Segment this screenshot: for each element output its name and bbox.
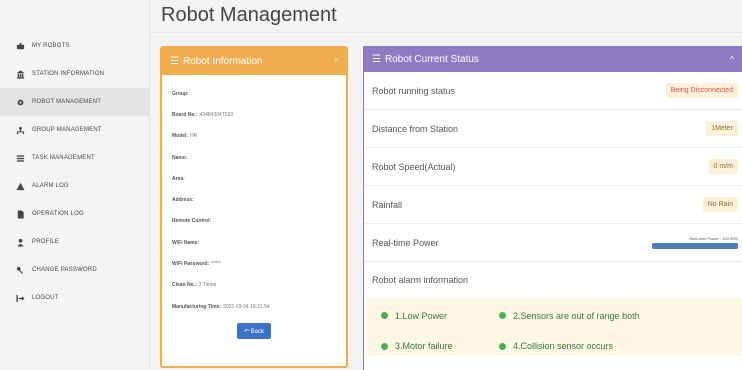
robot-information-body: Group: Board No.: 43484304T520 Model: HR N… [162, 75, 346, 340]
sidebar-item-group-management[interactable]: GROUP MANAGEMENT [0, 116, 149, 144]
gear-icon [15, 97, 25, 107]
status-label: Distance from Station [372, 123, 459, 134]
key-icon [15, 265, 25, 275]
sidebar-item-profile[interactable]: PROFILE [0, 228, 149, 256]
info-row-board-no: Board No.: 43484304T520 [172, 111, 234, 118]
robot-information-header: ☰ Robot Information ^ [162, 48, 346, 75]
status-badge: Being Disconnected [665, 83, 738, 98]
status-row-power: Real-time Power Real-time Power : 100.00… [364, 224, 742, 262]
sidebar-item-station-information[interactable]: STATION INFORMATION [0, 60, 149, 88]
status-badge: 1Meter [706, 121, 738, 136]
robot-icon [15, 41, 25, 51]
power-caption: Real-time Power : 100.00% [689, 236, 738, 241]
back-icon: ↶ [243, 328, 249, 335]
sidebar-item-label: LOGOUT [32, 295, 59, 301]
robot-current-status-header: ☰ Robot Current Status ^ [364, 47, 742, 72]
alarm-item: 3.Motor failure [381, 337, 499, 357]
alarm-information-label: Robot alarm information [372, 275, 469, 285]
power-progress-fill [652, 243, 738, 249]
info-row-group: Group: [172, 90, 189, 97]
sidebar-item-robot-management[interactable]: ROBOT MANAGEMENT [0, 88, 149, 116]
info-row-remote-control: Remote Control: [172, 218, 212, 225]
alarm-item: 2.Sensors are out of range both [499, 306, 739, 326]
sidebar-item-change-password[interactable]: CHANGE PASSWORD [0, 256, 149, 284]
back-button[interactable]: ↶ Back [237, 323, 271, 340]
page-title: Robot Management [161, 4, 337, 26]
status-row-rainfall: Rainfall No Rain [364, 186, 742, 224]
list-icon: ☰ [170, 56, 179, 67]
info-row-wifi-name: WiFi Name: [172, 239, 200, 246]
status-label: Robot Speed(Actual) [372, 161, 456, 172]
sidebar-item-task-management[interactable]: TASK MANAGEMENT [0, 144, 149, 172]
status-dot-icon [381, 312, 388, 320]
robot-information-title: Robot Information [182, 56, 263, 67]
alarm-item: 1.Low Power [381, 306, 499, 326]
sidebar-item-operation-log[interactable]: OPERATION LOG [0, 200, 149, 228]
sidebar-item-label: GROUP MANAGEMENT [32, 127, 102, 133]
status-row-distance: Distance from Station 1Meter [364, 110, 742, 148]
robot-current-status-title: Robot Current Status [384, 54, 479, 65]
status-badge: No Rain [702, 197, 738, 212]
info-row-area: Area: [172, 175, 185, 182]
sidebar-item-label: CHANGE PASSWORD [32, 267, 97, 273]
status-row-running: Robot running status Being Disconnected [364, 72, 742, 110]
status-label: Rainfall [372, 199, 403, 210]
status-dot-icon [499, 312, 506, 320]
sidebar-item-label: ALARM LOG [32, 183, 69, 189]
info-row-clean-no: Clean No.: 3 Times [172, 282, 217, 289]
sidebar-item-alarm-log[interactable]: ALARM LOG [0, 172, 149, 200]
info-row-model: Model: HR [172, 133, 198, 140]
sidebar-item-label: PROFILE [32, 239, 60, 245]
status-row-speed: Robot Speed(Actual) 0 m/m [364, 148, 742, 186]
power-meter: Real-time Power : 100.00% [652, 236, 738, 249]
sidebar-item-label: STATION INFORMATION [32, 71, 105, 77]
info-row-address: Address: [172, 197, 194, 204]
alarm-list: 1.Low Power 2.Sensors are out of range b… [367, 298, 742, 356]
group-icon [15, 125, 25, 135]
logout-icon [15, 293, 25, 303]
robot-current-status-panel: ☰ Robot Current Status ^ Robot running s… [363, 46, 742, 370]
sidebar: MY ROBOTS STATION INFORMATION ROBOT MANA… [0, 0, 150, 370]
list-icon: ☰ [372, 54, 381, 65]
document-icon [15, 209, 25, 219]
collapse-icon[interactable]: ^ [730, 55, 734, 64]
sidebar-item-label: MY ROBOTS [32, 43, 70, 49]
info-row-name: Name: [172, 154, 188, 161]
alarm-item: 4.Collision sensor occurs [499, 337, 739, 357]
sidebar-item-label: ROBOT MANAGEMENT [32, 99, 102, 105]
status-dot-icon [499, 342, 506, 350]
station-icon [15, 69, 25, 79]
power-progress-bar [652, 243, 738, 249]
list-icon [15, 153, 25, 163]
info-row-manufacturing-time: Manufacturing Time: 2022-03-04 16:21:54 [172, 303, 270, 310]
info-row-wifi-password: WiFi Password: ***** [172, 261, 221, 268]
status-dot-icon [381, 342, 388, 350]
status-badge: 0 m/m [708, 159, 738, 174]
user-icon [15, 237, 25, 247]
status-label: Real-time Power [372, 237, 439, 248]
title-divider [150, 32, 742, 33]
warning-icon [15, 181, 25, 191]
sidebar-item-label: TASK MANAGEMENT [32, 155, 95, 161]
status-label: Robot running status [372, 85, 456, 96]
collapse-icon[interactable]: ^ [334, 57, 338, 66]
sidebar-item-label: OPERATION LOG [32, 211, 84, 217]
sidebar-item-logout[interactable]: LOGOUT [0, 284, 149, 312]
robot-information-panel: ☰ Robot Information ^ Group: Board No.: 4… [160, 46, 348, 368]
sidebar-item-my-robots[interactable]: MY ROBOTS [0, 32, 149, 60]
